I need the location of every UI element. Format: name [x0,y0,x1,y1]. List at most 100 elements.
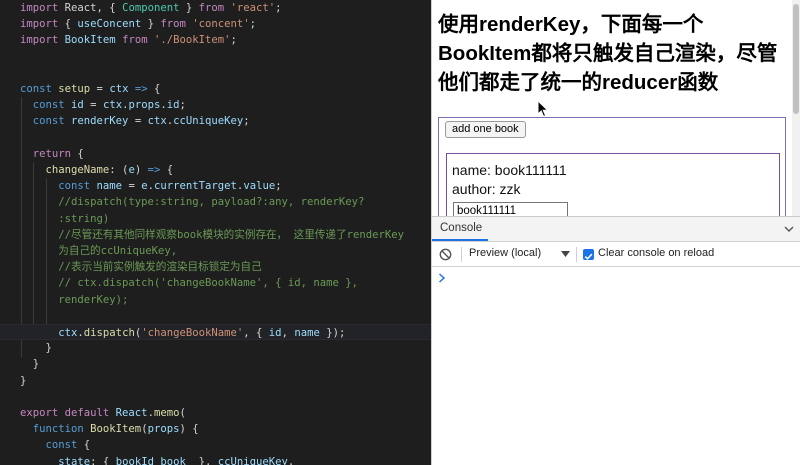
code-line[interactable]: const setup = ctx => { [0,81,431,97]
code-token: //尽管还有其他同样观察book模块的实例存在， 这里传递了renderKey [20,228,404,241]
browser-preview: 使用renderKey，下面每一个BookItem都将只触发自己渲染，尽管他们都… [432,0,800,216]
code-token: //dispatch(type:string, payload?:any, re… [20,196,365,209]
code-token: id [166,99,180,112]
code-token: from [122,34,148,47]
code-token: BookItem [58,34,123,47]
code-token: } [20,374,27,387]
code-token: ) [134,164,148,176]
code-token: = [90,99,103,112]
code-token: }); [319,327,346,339]
code-line[interactable] [0,49,431,65]
code-line[interactable]: import React, { Component } from 'react'… [0,0,431,16]
code-token: React [109,407,148,419]
code-token: = [96,83,110,95]
code-token: dispatch [83,327,135,339]
code-line[interactable]: //表示当前实例触发的渲染目标锁定为自己 [0,259,431,275]
code-line[interactable]: // ctx.dispatch('changeBookName', { id, … [0,275,431,291]
code-token: React, { [58,2,123,14]
code-token: ccUniqueKey [173,115,244,128]
page-heading: 使用renderKey，下面每一个BookItem都将只触发自己渲染，尽管他们都… [438,13,778,94]
clear-on-reload-checkbox[interactable] [583,249,594,260]
code-token: }, [192,455,218,465]
add-book-button[interactable]: add one book [445,121,526,138]
code-editor[interactable]: import React, { Component } from 'react'… [0,0,431,465]
code-token: function [20,423,84,436]
code-line[interactable]: const name = e.currentTarget.value; [0,178,431,194]
code-token: = [128,180,142,193]
chevron-down-icon[interactable] [784,224,794,234]
code-line[interactable]: import BookItem from './BookItem'; [0,32,431,48]
code-line[interactable]: } [0,373,431,389]
code-token: //表示当前实例触发的渲染目标锁定为自己 [20,261,262,274]
clear-console-icon[interactable] [439,248,452,261]
code-line[interactable]: } [0,340,431,356]
preview-scrollbar[interactable] [792,0,800,216]
code-token: import [20,34,59,47]
context-selector[interactable]: Preview (local) [469,247,541,259]
code-line[interactable]: const { [0,437,431,453]
code-token: props [147,423,180,436]
code-line[interactable]: function BookItem(props) { [0,421,431,437]
code-token: { [58,18,78,31]
code-token: renderKey [64,115,135,128]
code-token: id [268,327,282,339]
code-token: => [128,83,148,95]
code-token: 'concent' [185,18,250,31]
code-line[interactable] [0,130,431,146]
code-token: { [77,439,91,452]
code-line[interactable]: changeName: (e) => { [0,162,431,178]
code-token: const [20,83,52,95]
code-line[interactable]: const id = ctx.props.id; [0,97,431,113]
code-token: import [20,2,59,14]
code-token: ; [249,18,257,31]
code-token: ccUniqueKey [217,455,288,465]
code-token: :string) [20,212,110,225]
code-line[interactable]: renderKey); [0,292,431,308]
code-token: } [20,358,40,371]
code-token: changeName [20,164,110,176]
code-token: 'react' [224,2,276,14]
code-line[interactable]: import { useConcent } from 'concent'; [0,16,431,32]
code-token: { [160,164,174,176]
code-token: const [20,115,65,128]
code-line[interactable]: export default React.memo( [0,405,431,421]
tab-console[interactable]: Console [440,222,482,234]
code-token: const [20,99,65,112]
code-line[interactable] [0,65,431,81]
code-token: value [243,180,276,193]
clear-on-reload-label[interactable]: Clear console on reload [598,247,714,259]
code-token: BookItem [83,423,142,436]
code-token: export default [20,407,110,419]
code-line[interactable]: ctx.dispatch('changeBookName', { id, nam… [0,324,431,341]
checkmark-icon [584,253,593,260]
code-token: renderKey); [20,293,129,306]
code-token: , { [243,327,269,339]
code-token: , [287,455,295,465]
active-tab-indicator [432,239,488,241]
code-token: currentTarget [154,180,237,193]
scrollbar-thumb[interactable] [793,4,799,114]
code-line[interactable]: state: { bookId_book_ }, ccUniqueKey, [0,454,431,465]
code-line[interactable]: :string) [0,211,431,227]
code-token: } [179,2,199,14]
code-token: ; [243,115,250,128]
code-line[interactable]: //dispatch(type:string, payload?:any, re… [0,194,431,210]
toolbar-separator [461,247,462,262]
code-token: memo [153,407,180,419]
code-token: from [160,18,186,31]
code-line[interactable]: } [0,356,431,372]
code-token: ctx [102,99,123,112]
code-line[interactable]: //尽管还有其他同样观察book模块的实例存在， 这里传递了renderKey [0,227,431,243]
code-line[interactable]: const renderKey = ctx.ccUniqueKey; [0,113,431,129]
console-prompt-icon[interactable] [438,273,446,283]
code-line[interactable]: 为自己的ccUniqueKey, [0,243,431,259]
code-line[interactable] [0,308,431,324]
code-line[interactable]: return { [0,146,431,162]
code-token: ; [275,2,282,14]
code-token: const [20,439,78,452]
code-line[interactable] [0,389,431,405]
code-token: = [134,115,148,128]
dropdown-arrow-icon[interactable] [561,251,570,258]
book-name-input[interactable] [453,202,568,216]
code-token: { [147,83,161,95]
